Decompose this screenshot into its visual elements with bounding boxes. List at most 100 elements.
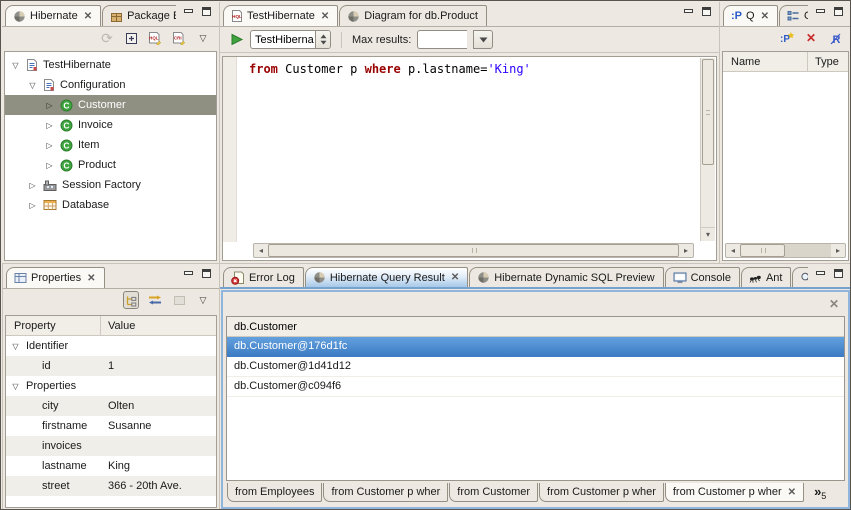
scrollbar-thumb[interactable]: [702, 59, 714, 166]
column-header-name[interactable]: Name: [723, 52, 808, 71]
expand-twistie-icon[interactable]: ▷: [44, 161, 55, 170]
maximize-button[interactable]: [200, 269, 213, 281]
maximize-button[interactable]: [200, 7, 213, 19]
tab-testhibernate[interactable]: HQL TestHibernate ✕: [223, 5, 339, 26]
expand-twistie-icon[interactable]: ▷: [27, 181, 38, 190]
view-menu-icon[interactable]: ▽: [195, 29, 211, 47]
scroll-left-arrow-icon[interactable]: ◂: [254, 244, 268, 257]
max-results-dropdown-button[interactable]: [473, 30, 494, 49]
tab-q[interactable]: :P Q ✕: [723, 5, 778, 26]
scroll-down-arrow-icon[interactable]: ▾: [701, 227, 715, 241]
tab-properties[interactable]: Properties ✕: [6, 267, 105, 288]
scrollbar-thumb[interactable]: [268, 244, 679, 257]
close-icon[interactable]: ✕: [788, 487, 796, 498]
console-configuration-combo[interactable]: TestHiberna: [250, 30, 331, 49]
tab-hibernate[interactable]: Hibernate ✕: [5, 5, 102, 26]
expand-twistie-icon[interactable]: ▷: [44, 141, 55, 150]
tree-item-testhibernate[interactable]: ▽ TestHibernate: [5, 55, 216, 75]
property-row-properties[interactable]: ▽ Properties: [6, 376, 216, 396]
tree-item-customer[interactable]: ▷ C Customer: [5, 95, 216, 115]
run-hql-button[interactable]: [228, 31, 244, 49]
spinner-arrows-icon[interactable]: [315, 31, 330, 48]
hql-editor[interactable]: from Customer p where p.lastname='King' …: [222, 56, 717, 261]
collapse-twistie-icon[interactable]: ▽: [27, 81, 38, 90]
query-tab-1[interactable]: from Employees: [227, 483, 323, 502]
tab-hibernate-dynamic-sql-preview[interactable]: Hibernate Dynamic SQL Preview: [469, 267, 664, 287]
max-results-input[interactable]: [417, 30, 468, 49]
close-icon[interactable]: ✕: [451, 272, 459, 283]
refresh-icon[interactable]: ⟳: [99, 29, 115, 47]
result-row[interactable]: db.Customer@176d1fc: [227, 337, 844, 357]
tab-console[interactable]: Console: [664, 267, 740, 287]
tab-overflow-button[interactable]: » 5: [814, 484, 826, 501]
result-column-header[interactable]: db.Customer: [227, 317, 844, 337]
sort-icon[interactable]: [147, 291, 163, 309]
property-row-id[interactable]: id 1: [6, 356, 216, 376]
maximize-button[interactable]: [700, 7, 713, 19]
editor-horizontal-scrollbar[interactable]: ◂ ▸: [253, 243, 694, 258]
query-tab-3[interactable]: from Customer: [449, 483, 539, 502]
tree-item-invoice[interactable]: ▷ C Invoice: [5, 115, 216, 135]
property-row-street[interactable]: street 366 - 20th Ave.: [6, 476, 216, 496]
hql-editor-icon[interactable]: HQL: [147, 29, 163, 47]
restore-default-icon[interactable]: [171, 291, 187, 309]
tab-o[interactable]: O: [778, 5, 808, 26]
column-header-property[interactable]: Property: [6, 316, 101, 335]
tab-search[interactable]: Search: [792, 267, 808, 287]
scroll-right-arrow-icon[interactable]: ▸: [679, 244, 693, 257]
minimize-button[interactable]: [182, 7, 195, 19]
collapse-twistie-icon[interactable]: ▽: [10, 342, 21, 351]
close-icon[interactable]: ✕: [87, 273, 95, 284]
minimize-button[interactable]: [814, 269, 827, 281]
maximize-button[interactable]: [832, 7, 845, 19]
query-tab-5[interactable]: from Customer p wher ✕: [664, 483, 805, 502]
column-header-value[interactable]: Value: [101, 320, 216, 332]
clear-parameters-icon[interactable]: R: [827, 29, 843, 47]
collapse-twistie-icon[interactable]: ▽: [10, 61, 21, 70]
minimize-button[interactable]: [814, 7, 827, 19]
tree-item-item[interactable]: ▷ C Item: [5, 135, 216, 155]
scroll-left-arrow-icon[interactable]: ◂: [726, 244, 740, 257]
expand-twistie-icon[interactable]: ▷: [27, 201, 38, 210]
expand-twistie-icon[interactable]: ▷: [44, 101, 55, 110]
property-row-identifier[interactable]: ▽ Identifier: [6, 336, 216, 356]
scrollbar-thumb[interactable]: [740, 244, 786, 257]
tree-item-session-factory[interactable]: ▷ Session Factory: [5, 175, 216, 195]
close-result-icon[interactable]: ✕: [829, 297, 839, 311]
tab-ant[interactable]: Ant: [740, 267, 792, 287]
result-row[interactable]: db.Customer@c094f6: [227, 377, 844, 397]
tab-diagram-for-db-product[interactable]: Diagram for db.Product: [339, 5, 487, 26]
property-row-city[interactable]: city Olten: [6, 396, 216, 416]
maximize-button[interactable]: [832, 269, 845, 281]
editor-vertical-scrollbar[interactable]: ▾: [700, 58, 715, 241]
column-header-type[interactable]: Type: [808, 56, 848, 68]
scrollbar-track[interactable]: [785, 244, 831, 257]
query-tab-4[interactable]: from Customer p wher: [539, 483, 664, 502]
tab-hibernate-query-result[interactable]: Hibernate Query Result ✕: [304, 267, 469, 287]
tree-mode-icon[interactable]: [123, 291, 139, 309]
parameters-table-body[interactable]: [723, 72, 848, 243]
view-menu-icon[interactable]: ▽: [195, 291, 211, 309]
new-parameter-icon[interactable]: :P: [779, 29, 795, 47]
remove-parameter-icon[interactable]: ✕: [803, 29, 819, 47]
expand-twistie-icon[interactable]: ▷: [44, 121, 55, 130]
scroll-right-arrow-icon[interactable]: ▸: [831, 244, 845, 257]
property-row-invoices[interactable]: invoices: [6, 436, 216, 456]
tree-item-product[interactable]: ▷ C Product: [5, 155, 216, 175]
criteria-editor-icon[interactable]: CRI: [171, 29, 187, 47]
minimize-button[interactable]: [182, 269, 195, 281]
close-icon[interactable]: ✕: [321, 11, 329, 22]
minimize-button[interactable]: [682, 7, 695, 19]
tab-error-log[interactable]: Error Log: [223, 267, 304, 287]
parameters-horizontal-scrollbar[interactable]: ◂ ▸: [725, 243, 846, 258]
close-icon[interactable]: ✕: [84, 11, 92, 22]
collapse-twistie-icon[interactable]: ▽: [10, 382, 21, 391]
query-tab-2[interactable]: from Customer p wher: [323, 483, 449, 502]
tab-package-e[interactable]: Package E: [102, 5, 176, 26]
expand-all-icon[interactable]: [123, 29, 139, 47]
property-row-lastname[interactable]: lastname King: [6, 456, 216, 476]
result-row[interactable]: db.Customer@1d41d12: [227, 357, 844, 377]
tree-item-configuration[interactable]: ▽ Configuration: [5, 75, 216, 95]
property-row-firstname[interactable]: firstname Susanne: [6, 416, 216, 436]
tree-item-database[interactable]: ▷ Database: [5, 195, 216, 215]
